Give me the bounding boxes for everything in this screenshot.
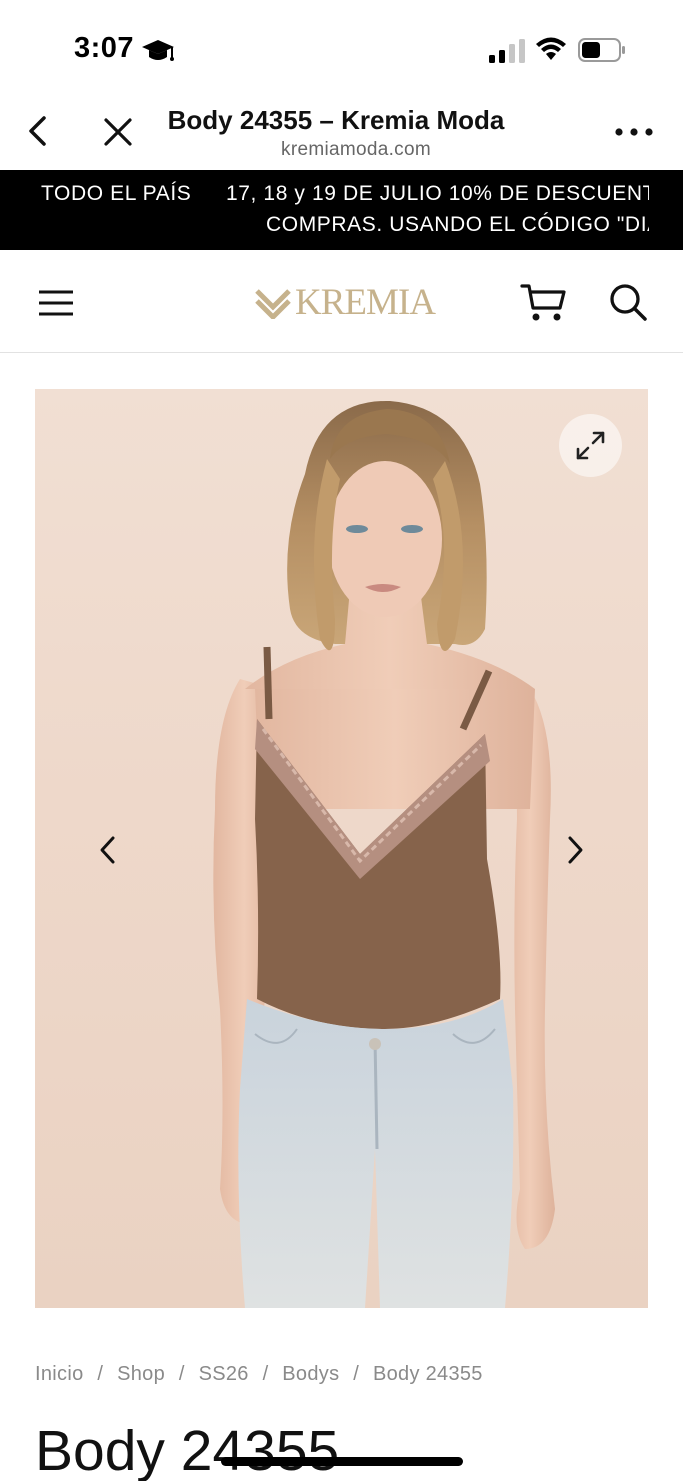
page-domain: kremiamoda.com	[281, 139, 431, 160]
breadcrumb-item-shop[interactable]: Shop	[117, 1363, 165, 1385]
status-time: 3:07	[74, 32, 135, 64]
breadcrumb-separator: /	[97, 1363, 104, 1385]
breadcrumb-separator: /	[262, 1363, 269, 1385]
back-chevron-icon[interactable]	[22, 114, 56, 148]
breadcrumb: Inicio / Shop / SS26 / Bodys / Body 2435…	[35, 1363, 483, 1386]
hamburger-menu-icon[interactable]	[38, 290, 74, 316]
chevron-right-icon[interactable]	[562, 833, 588, 867]
announcement-marquee: 17, 18 y 19 DE JULIO 10% DE DESCUENTO CO…	[214, 182, 649, 244]
announcement-left-text: TODO EL PAÍS	[41, 182, 192, 205]
breadcrumb-item-ss26[interactable]: SS26	[199, 1363, 249, 1385]
breadcrumb-separator: /	[178, 1363, 185, 1385]
announcement-bar: TODO EL PAÍS 17, 18 y 19 DE JULIO 10% DE…	[0, 170, 683, 250]
breadcrumb-item-inicio[interactable]: Inicio	[35, 1363, 84, 1385]
browser-header: Body 24355 – Kremia Moda kremiamoda.com	[0, 100, 683, 170]
logo-chevron-icon	[255, 289, 291, 319]
status-bar: 3:07	[0, 0, 683, 100]
expand-button[interactable]	[559, 414, 622, 477]
cellular-signal-icon	[489, 39, 525, 63]
logo-text: KREMIA	[295, 281, 436, 323]
cart-icon[interactable]	[520, 282, 566, 324]
more-dots-icon[interactable]	[612, 122, 656, 142]
home-indicator	[221, 1457, 463, 1466]
announcement-line-1: 17, 18 y 19 DE JULIO 10% DE DESCUENTO	[226, 182, 649, 205]
battery-icon	[578, 38, 625, 62]
breadcrumb-item-current: Body 24355	[372, 1363, 483, 1385]
store-header: KREMIA	[0, 250, 683, 353]
graduation-cap-icon	[142, 40, 174, 61]
chevron-left-icon[interactable]	[95, 833, 121, 867]
breadcrumb-separator: /	[353, 1363, 360, 1385]
product-image[interactable]	[35, 389, 648, 1308]
expand-icon	[576, 431, 605, 460]
wifi-icon	[536, 37, 566, 60]
store-logo[interactable]: KREMIA	[255, 281, 436, 323]
announcement-line-2: COMPRAS. USANDO EL CÓDIGO "DIA	[266, 213, 649, 236]
breadcrumb-item-bodys[interactable]: Bodys	[282, 1363, 339, 1385]
product-title: Body 24355	[35, 1419, 340, 1481]
page-title: Body 24355 – Kremia Moda	[167, 105, 505, 135]
search-icon[interactable]	[608, 282, 648, 322]
product-photo	[213, 400, 555, 1308]
